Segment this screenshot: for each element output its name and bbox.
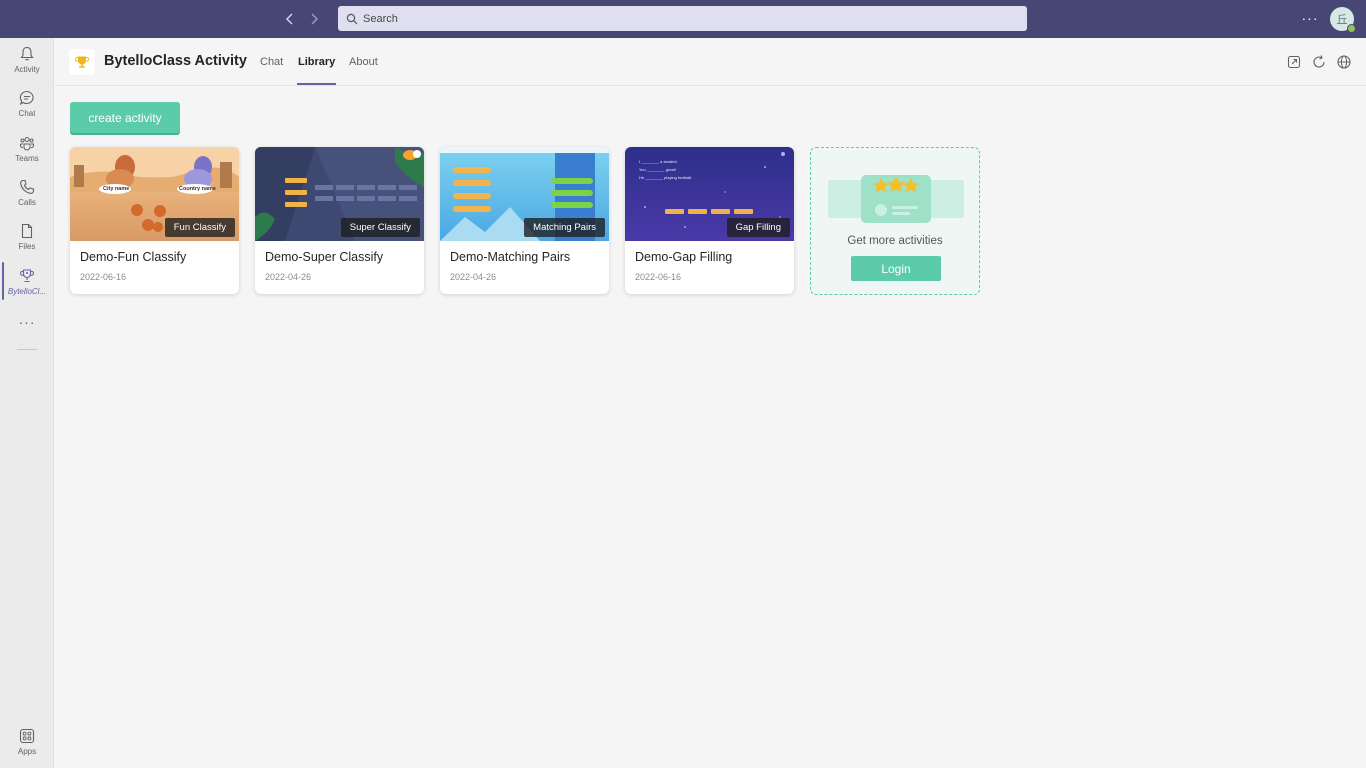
rail-item-apps[interactable]: Apps bbox=[0, 722, 54, 766]
popout-icon[interactable] bbox=[1286, 54, 1302, 70]
chat-icon bbox=[19, 90, 34, 106]
rail-item-teams[interactable]: Teams bbox=[0, 129, 54, 173]
trophy-icon bbox=[20, 269, 34, 283]
trophy-logo-icon bbox=[75, 56, 89, 68]
thumb-text-line: You ________ great! bbox=[639, 167, 676, 172]
card-date: 2022-04-26 bbox=[265, 272, 312, 282]
rail-label: Apps bbox=[17, 747, 37, 756]
tab-library[interactable]: Library bbox=[298, 56, 335, 68]
active-tab-indicator bbox=[297, 83, 336, 85]
refresh-icon[interactable] bbox=[1311, 54, 1327, 70]
get-more-text: Get more activities bbox=[847, 235, 943, 247]
rail-item-bytelloclass[interactable]: BytelloCl... bbox=[0, 262, 54, 306]
globe-icon[interactable] bbox=[1336, 54, 1352, 70]
card-date: 2022-06-16 bbox=[635, 272, 682, 282]
rail-more-icon[interactable]: ··· bbox=[0, 314, 54, 330]
phone-icon bbox=[20, 179, 35, 194]
app-logo bbox=[69, 49, 95, 75]
avatar-initial: 丘 bbox=[1336, 14, 1348, 26]
rail-item-chat[interactable]: Chat bbox=[0, 84, 54, 128]
rail-label: Files bbox=[18, 242, 36, 251]
teams-icon bbox=[20, 137, 34, 151]
card-title: Demo-Super Classify bbox=[265, 250, 384, 264]
activity-type-badge: Gap Filling bbox=[726, 218, 790, 237]
card-title: Demo-Fun Classify bbox=[80, 250, 187, 264]
activity-card[interactable]: Super Classify Demo-Super Classify 2022-… bbox=[255, 147, 424, 294]
rail-label: Calls bbox=[18, 198, 36, 207]
search-placeholder: Search bbox=[363, 12, 398, 25]
app-title: BytelloClass Activity bbox=[104, 53, 247, 69]
rail-label: Chat bbox=[18, 109, 36, 118]
forward-arrow-icon[interactable] bbox=[305, 10, 323, 28]
thumb-label: Country name bbox=[179, 186, 216, 192]
presence-indicator bbox=[1347, 24, 1356, 33]
thumb-label: City name bbox=[103, 186, 130, 192]
avatar[interactable]: 丘 bbox=[1330, 7, 1356, 33]
tab-about[interactable]: About bbox=[349, 56, 378, 68]
activity-type-badge: Fun Classify bbox=[164, 218, 235, 237]
card-thumbnail: I ________ a student. You ________ great… bbox=[625, 147, 794, 241]
rail-item-activity[interactable]: Activity bbox=[0, 40, 54, 84]
card-title: Demo-Matching Pairs bbox=[450, 250, 571, 264]
bell-icon bbox=[20, 46, 34, 61]
rail-label: Activity bbox=[14, 65, 40, 74]
back-arrow-icon[interactable] bbox=[281, 10, 299, 28]
thumb-text-line: I ________ a student. bbox=[639, 159, 678, 164]
search-input[interactable]: Search bbox=[338, 6, 1027, 31]
card-title: Demo-Gap Filling bbox=[635, 250, 733, 264]
left-rail: Activity Chat Teams Calls Files BytelloC… bbox=[0, 38, 54, 768]
search-icon bbox=[346, 13, 358, 24]
more-options-icon[interactable]: ··· bbox=[1300, 10, 1320, 28]
rail-item-calls[interactable]: Calls bbox=[0, 173, 54, 217]
activity-type-badge: Super Classify bbox=[340, 218, 420, 237]
card-date: 2022-06-16 bbox=[80, 272, 127, 282]
file-icon bbox=[21, 223, 33, 239]
create-activity-button[interactable]: create activity bbox=[70, 102, 180, 133]
thumb-text-line: He ________ playing football. bbox=[639, 175, 692, 180]
rail-label: BytelloCl... bbox=[7, 287, 47, 296]
tab-chat[interactable]: Chat bbox=[260, 56, 283, 68]
get-more-activities-card: Get more activities Login bbox=[810, 147, 980, 295]
activity-card[interactable]: City name Country name Fun Classify Demo… bbox=[70, 147, 239, 294]
rail-divider bbox=[17, 349, 37, 350]
activity-card[interactable]: Matching Pairs Demo-Matching Pairs 2022-… bbox=[440, 147, 609, 294]
card-date: 2022-04-26 bbox=[450, 272, 497, 282]
top-bar: Search ··· 丘 bbox=[0, 0, 1366, 38]
login-button[interactable]: Login bbox=[851, 256, 941, 281]
card-thumbnail: Matching Pairs bbox=[440, 147, 609, 241]
card-thumbnail: Super Classify bbox=[255, 147, 424, 241]
apps-icon bbox=[19, 728, 35, 744]
activity-card[interactable]: I ________ a student. You ________ great… bbox=[625, 147, 794, 294]
app-header: BytelloClass Activity Chat Library About bbox=[55, 38, 1366, 86]
rail-item-files[interactable]: Files bbox=[0, 217, 54, 261]
card-thumbnail: City name Country name Fun Classify bbox=[70, 147, 239, 241]
activity-type-badge: Matching Pairs bbox=[524, 218, 605, 237]
rating-card-illustration bbox=[828, 175, 964, 223]
rail-label: Teams bbox=[15, 154, 39, 163]
